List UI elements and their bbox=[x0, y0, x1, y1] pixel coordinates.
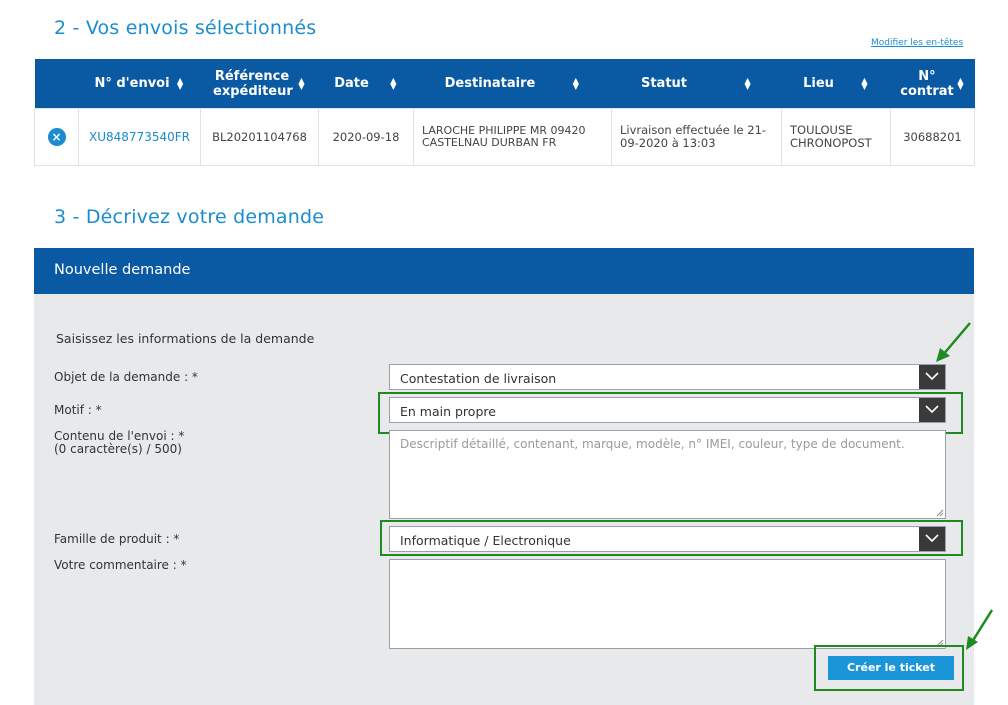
contenu-label: Contenu de l'envoi : * bbox=[54, 429, 185, 443]
objet-value: Contestation de livraison bbox=[400, 371, 557, 386]
motif-label: Motif : * bbox=[54, 403, 102, 417]
famille-label: Famille de produit : * bbox=[54, 532, 180, 546]
status-cell: Livraison effectuée le 21-09-2020 à 13:0… bbox=[611, 108, 782, 166]
reference-cell: BL20201104768 bbox=[200, 108, 319, 166]
table-header-row: N° d'envoi ▲ ▼ Référence expéditeur▲ ▼ Date… bbox=[34, 59, 975, 109]
commentaire-textarea[interactable] bbox=[389, 559, 946, 649]
col-header-date[interactable]: Date ▲ ▼ bbox=[318, 59, 414, 109]
sort-icon[interactable]: ▲ ▼ bbox=[571, 76, 580, 90]
col-header-lieu[interactable]: Lieu ▲ ▼ bbox=[781, 59, 891, 109]
shipment-number-link[interactable]: XU848773540FR bbox=[89, 130, 190, 144]
contenu-placeholder: Descriptif détaillé, contenant, marque, … bbox=[400, 437, 905, 451]
commentaire-label: Votre commentaire : * bbox=[54, 558, 187, 572]
chevron-down-icon[interactable] bbox=[919, 365, 945, 389]
contract-cell: 30688201 bbox=[890, 108, 975, 166]
sort-icon[interactable]: ▲ ▼ bbox=[297, 76, 306, 90]
motif-highlight-box bbox=[378, 392, 963, 434]
panel-title: Nouvelle demande bbox=[54, 262, 191, 278]
col-header-numero[interactable]: N° d'envoi ▲ ▼ bbox=[78, 59, 201, 109]
section-2-title: 2 - Vos envois sélectionnés bbox=[54, 17, 317, 39]
remove-shipment-icon[interactable]: × bbox=[47, 128, 66, 146]
panel-header: Nouvelle demande bbox=[34, 248, 974, 294]
col-header-reference[interactable]: Référence expéditeur▲ ▼ bbox=[200, 59, 319, 109]
contenu-counter: (0 caractère(s) / 500) bbox=[54, 442, 182, 456]
shipments-table: N° d'envoi ▲ ▼ Référence expéditeur▲ ▼ Date… bbox=[34, 59, 975, 166]
sort-icon[interactable]: ▲ ▼ bbox=[860, 76, 869, 90]
col-header-statut[interactable]: Statut ▲ ▼ bbox=[611, 59, 782, 109]
famille-highlight-box bbox=[380, 520, 963, 556]
contenu-textarea[interactable]: Descriptif détaillé, contenant, marque, … bbox=[389, 430, 946, 519]
submit-highlight-box bbox=[814, 645, 964, 691]
date-cell: 2020-09-18 bbox=[318, 108, 414, 166]
modify-headers-link[interactable]: Modifier les en-têtes bbox=[871, 38, 963, 48]
sort-icon[interactable]: ▲ ▼ bbox=[389, 76, 398, 90]
col-header-contrat[interactable]: N° contrat▲ ▼ bbox=[890, 59, 975, 109]
location-cell: TOULOUSE CHRONOPOST bbox=[781, 108, 891, 166]
table-row: × XU848773540FR BL20201104768 2020-09-18… bbox=[34, 108, 975, 166]
objet-select[interactable]: Contestation de livraison bbox=[389, 364, 946, 390]
sort-icon[interactable]: ▲ ▼ bbox=[176, 76, 185, 90]
annotation-arrow-icon bbox=[936, 322, 971, 362]
recipient-cell: LAROCHE PHILIPPE MR 09420 CASTELNAU DURB… bbox=[413, 108, 612, 166]
sort-icon[interactable]: ▲ ▼ bbox=[956, 76, 965, 90]
col-header-remove bbox=[34, 59, 79, 109]
section-3-title: 3 - Décrivez votre demande bbox=[54, 206, 325, 228]
objet-label: Objet de la demande : * bbox=[54, 370, 198, 384]
col-header-destinataire[interactable]: Destinataire ▲ ▼ bbox=[413, 59, 612, 109]
sort-icon[interactable]: ▲ ▼ bbox=[743, 76, 752, 90]
resize-handle-icon[interactable] bbox=[936, 509, 944, 517]
annotation-arrow-icon bbox=[966, 609, 994, 650]
form-subtitle: Saisissez les informations de la demande bbox=[56, 331, 315, 346]
